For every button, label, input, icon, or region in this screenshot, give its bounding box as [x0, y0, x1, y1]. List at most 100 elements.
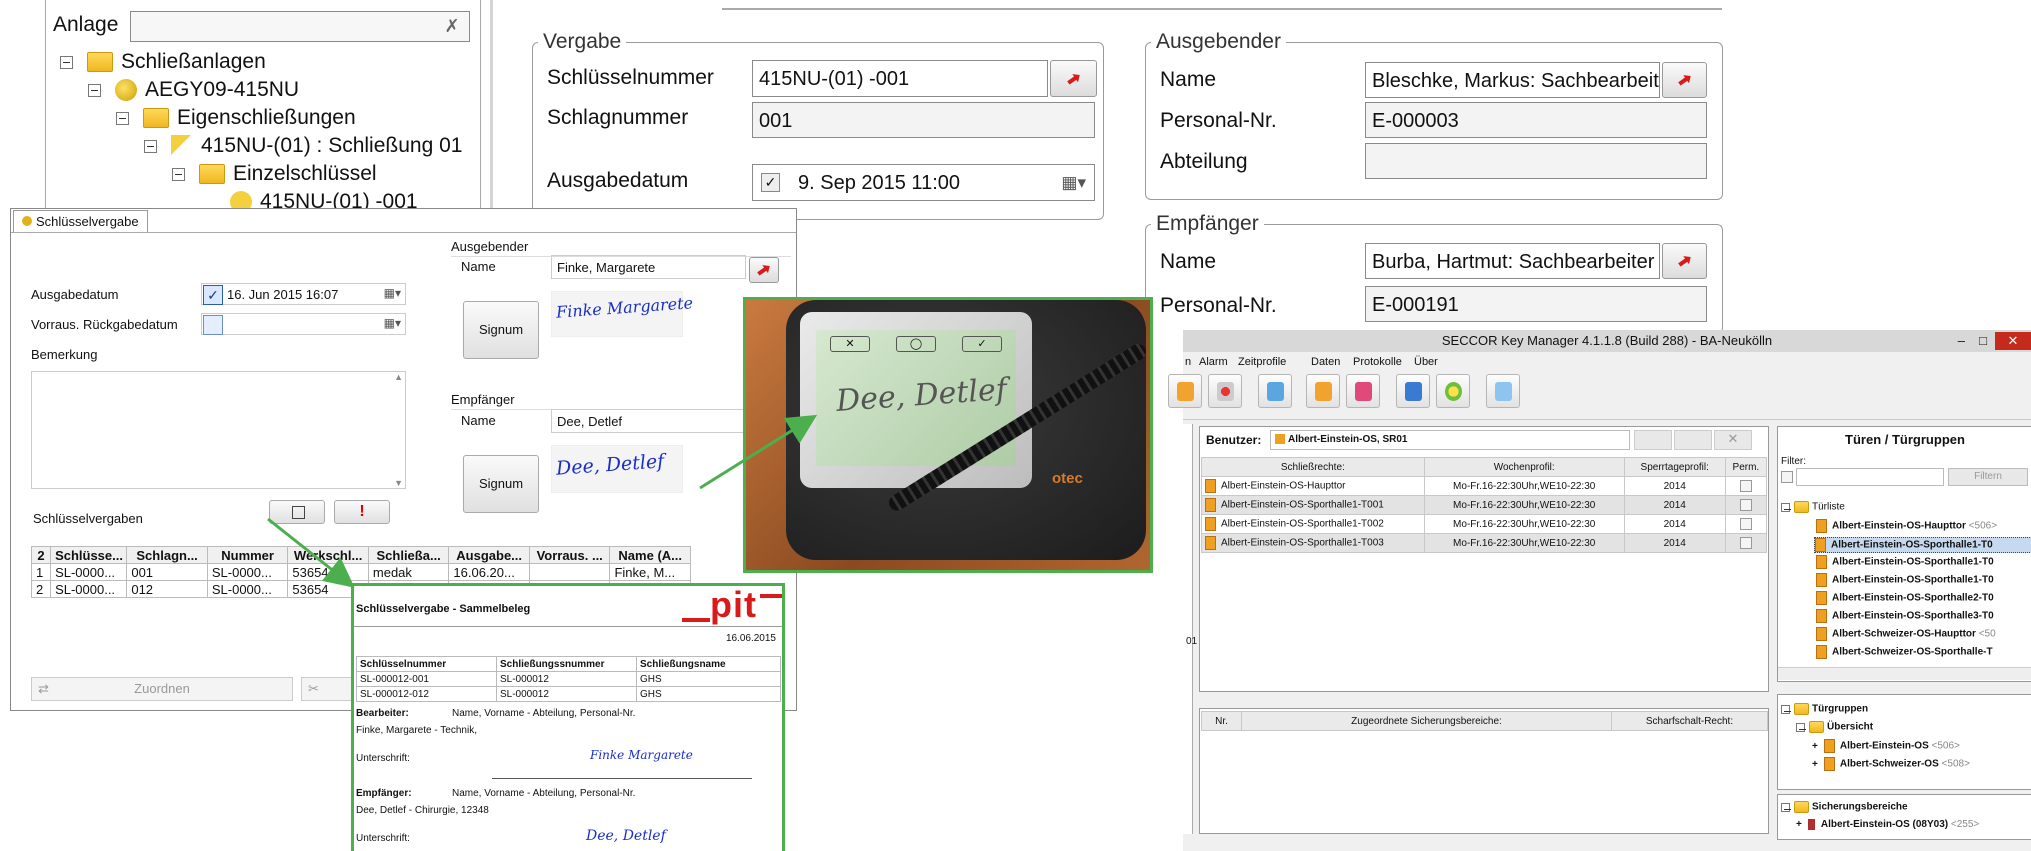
- ausgabedatum-checkbox[interactable]: ✓: [761, 173, 780, 192]
- dialog-ausgebender-pick-button[interactable]: [749, 257, 779, 283]
- empfaenger-pick-button[interactable]: [1662, 243, 1707, 279]
- tree-node-aegy09[interactable]: AEGY09-415NU: [88, 78, 299, 102]
- dialog-ausgebender-name-input[interactable]: Finke, Margarete: [551, 255, 746, 279]
- tuer-item[interactable]: Albert-Schweizer-OS-Haupttor <50: [1816, 627, 1996, 641]
- collapse-icon[interactable]: [1781, 802, 1791, 812]
- table-header-cell[interactable]: Ausgabe...: [448, 546, 530, 564]
- table-header-cell[interactable]: Name (A...: [609, 546, 691, 564]
- table-row[interactable]: Albert-Einstein-OS-Sporthalle1-T002 Mo-F…: [1201, 514, 1768, 534]
- menu-item-zeitprofile[interactable]: Zeitprofile: [1238, 352, 1286, 372]
- tuer-item[interactable]: Albert-Einstein-OS-Sporthalle1-T0: [1816, 573, 1994, 587]
- menu-item-protokolle[interactable]: Protokolle: [1353, 352, 1402, 372]
- table-row[interactable]: Albert-Einstein-OS-Sporthalle1-T001 Mo-F…: [1201, 495, 1768, 515]
- expand-icon[interactable]: +: [1812, 759, 1818, 770]
- filter-button[interactable]: Filtern: [1948, 468, 2028, 486]
- ausgebender-personal-input[interactable]: E-000003: [1365, 102, 1707, 138]
- zuordnen-button[interactable]: ⇄ Zuordnen: [31, 677, 293, 701]
- scroll-down-icon[interactable]: ▼: [394, 478, 403, 488]
- collapse-icon[interactable]: [144, 139, 157, 153]
- table-row[interactable]: Albert-Einstein-OS-Sporthalle1-T003 Mo-F…: [1201, 533, 1768, 553]
- anlage-input[interactable]: ✗: [130, 11, 470, 42]
- collapse-icon[interactable]: [60, 55, 73, 69]
- tree-node-schliessung01[interactable]: 415NU-(01) : Schließung 01: [144, 134, 462, 158]
- empfaenger-personal-input[interactable]: E-000191: [1365, 286, 1707, 322]
- tuer-item-selected[interactable]: Albert-Einstein-OS-Sporthalle1-T0: [1814, 537, 2031, 553]
- expand-icon[interactable]: +: [1812, 741, 1818, 752]
- filter-input[interactable]: [1796, 468, 1944, 486]
- rueckgabe-picker[interactable]: ▦▾: [201, 313, 406, 335]
- empfaenger-signum-button[interactable]: Signum: [463, 455, 539, 513]
- perm-checkbox[interactable]: [1739, 518, 1752, 530]
- empfaenger-name-input[interactable]: Burba, Hartmut: Sachbearbeiter: [1365, 243, 1660, 279]
- tuer-item[interactable]: Albert-Einstein-OS-Haupttor <506>: [1816, 519, 1997, 533]
- tree-node-sicherungsbereich[interactable]: + Albert-Einstein-OS (08Y03) <255>: [1796, 819, 1979, 830]
- ausgabedatum-picker[interactable]: ✓ 9. Sep 2015 11:00 ▦▾: [752, 164, 1095, 201]
- close-button[interactable]: ✕: [1995, 332, 2031, 350]
- schluesselnummer-pick-button[interactable]: [1050, 60, 1097, 97]
- calendar-icon[interactable]: ▦▾: [384, 316, 401, 330]
- toolbar-button-settings[interactable]: [1436, 374, 1470, 408]
- toolbar-button-plan[interactable]: [1306, 374, 1340, 408]
- ausgebender-pick-button[interactable]: [1662, 62, 1707, 98]
- table-header-cell[interactable]: Schlüsse...: [50, 546, 128, 564]
- tree-node-einzelschluessel[interactable]: Einzelschlüssel: [172, 162, 377, 186]
- calendar-icon[interactable]: ▦▾: [1061, 173, 1086, 193]
- table-header-cell[interactable]: Schließa...: [367, 546, 450, 564]
- perm-checkbox[interactable]: [1739, 499, 1752, 511]
- dialog-ausgabedatum-checkbox[interactable]: ✓: [203, 285, 223, 305]
- schluesselnummer-input[interactable]: 415NU-(01) -001: [752, 60, 1048, 97]
- maximize-button[interactable]: □: [1979, 330, 1987, 352]
- schlagnummer-input[interactable]: 001: [752, 102, 1095, 138]
- tree-node-tuergruppen[interactable]: Türgruppen: [1781, 703, 1868, 715]
- expand-icon[interactable]: +: [1796, 819, 1802, 830]
- scroll-up-icon[interactable]: ▲: [394, 372, 403, 382]
- perm-checkbox[interactable]: [1739, 480, 1752, 492]
- menu-item-alarm[interactable]: Alarm: [1199, 352, 1228, 372]
- remove-right-button[interactable]: [1674, 430, 1712, 450]
- table-header-cell[interactable]: Vorraus. ...: [528, 546, 611, 564]
- minimize-button[interactable]: –: [1958, 330, 1965, 352]
- abteilung-input[interactable]: [1365, 143, 1707, 179]
- tueren-hscrollbar[interactable]: [1778, 667, 2031, 680]
- tree-node-uebersicht[interactable]: Übersicht: [1796, 721, 1873, 733]
- tree-node-sicherungsbereiche[interactable]: Sicherungsbereiche: [1781, 801, 1908, 813]
- menu-item[interactable]: n: [1185, 352, 1191, 372]
- toolbar-button-calendar[interactable]: [1346, 374, 1380, 408]
- delete-right-button[interactable]: ✕: [1714, 430, 1752, 450]
- collapse-icon[interactable]: [116, 111, 129, 125]
- collapse-icon[interactable]: [1781, 704, 1791, 714]
- menu-item-ueber[interactable]: Über: [1414, 352, 1438, 372]
- toolbar-button-key[interactable]: [1258, 374, 1292, 408]
- tuer-item[interactable]: Albert-Einstein-OS-Sporthalle1-T0: [1816, 555, 1994, 569]
- collapse-icon[interactable]: [88, 83, 101, 97]
- collapse-icon[interactable]: [1781, 502, 1791, 512]
- menu-item-daten[interactable]: Daten: [1311, 352, 1340, 372]
- tuer-item[interactable]: Albert-Schweizer-OS-Sporthalle-T: [1816, 645, 1993, 659]
- toolbar-button-window[interactable]: [1396, 374, 1430, 408]
- collapse-icon[interactable]: [172, 167, 185, 181]
- table-header-cell[interactable]: Schlagn...: [126, 546, 208, 564]
- filter-checkbox[interactable]: [1781, 471, 1793, 483]
- tree-node-eigenschliessungen[interactable]: Eigenschließungen: [116, 106, 356, 130]
- calendar-icon[interactable]: ▦▾: [384, 286, 401, 300]
- table-row[interactable]: Albert-Einstein-OS-Haupttor Mo-Fr.16-22:…: [1201, 476, 1768, 496]
- collapse-icon[interactable]: [1796, 722, 1806, 732]
- tree-node-gruppe[interactable]: + Albert-Einstein-OS <506>: [1812, 739, 1960, 753]
- dialog-tab[interactable]: Schlüsselvergabe: [13, 210, 148, 233]
- add-right-button[interactable]: [1634, 430, 1672, 450]
- tree-node-tuerliste[interactable]: Türliste: [1781, 501, 1845, 513]
- export-button[interactable]: [269, 500, 325, 524]
- dialog-empfaenger-name-input[interactable]: Dee, Detlef: [551, 409, 746, 433]
- table-row[interactable]: 1 SL-0000... 001 SL-0000... 53654 medak 16.06.…: [30, 563, 691, 581]
- toolbar-button-network[interactable]: [1486, 374, 1520, 408]
- ausgebender-signum-button[interactable]: Signum: [463, 301, 539, 359]
- dialog-ausgabedatum-picker[interactable]: ✓ 16. Jun 2015 16:07 ▦▾: [201, 283, 406, 305]
- rueckgabe-checkbox[interactable]: [203, 315, 223, 335]
- perm-checkbox[interactable]: [1739, 537, 1752, 549]
- table-header-cell[interactable]: Werkschl...: [287, 546, 369, 564]
- bemerkung-textarea[interactable]: ▲ ▼: [31, 371, 406, 489]
- benutzer-input[interactable]: Albert-Einstein-OS, SR01: [1270, 430, 1630, 450]
- toolbar-button-doors[interactable]: [1168, 374, 1202, 408]
- warning-button[interactable]: !: [334, 500, 390, 524]
- ausgebender-name-input[interactable]: Bleschke, Markus: Sachbearbeiter: [1365, 62, 1660, 98]
